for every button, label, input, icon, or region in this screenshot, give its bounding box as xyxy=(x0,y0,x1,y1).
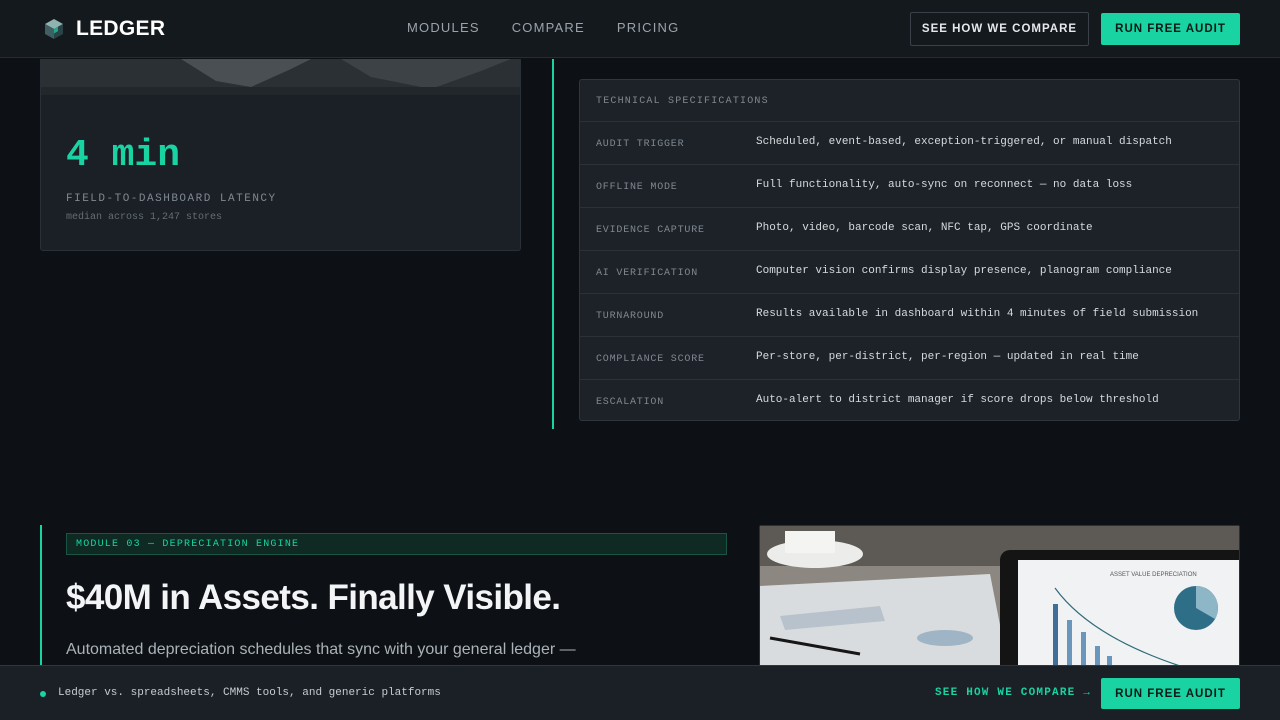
spec-row: OFFLINE MODE Full functionality, auto-sy… xyxy=(580,165,1239,208)
spec-value: Scheduled, event-based, exception-trigge… xyxy=(756,136,1172,148)
cube-logo-icon xyxy=(45,19,63,39)
specs-heading: TECHNICAL SPECIFICATIONS xyxy=(580,80,1239,122)
spec-value: Auto-alert to district manager if score … xyxy=(756,394,1159,406)
spec-row: ESCALATION Auto-alert to district manage… xyxy=(580,380,1239,420)
sticky-bottom-bar: Ledger vs. spreadsheets, CMMS tools, and… xyxy=(0,665,1280,720)
spec-value: Results available in dashboard within 4 … xyxy=(756,308,1199,320)
module-description: Automated depreciation schedules that sy… xyxy=(66,641,576,658)
module-accent-line xyxy=(40,525,42,675)
technical-specifications-table: TECHNICAL SPECIFICATIONS AUDIT TRIGGER S… xyxy=(579,79,1240,421)
accent-divider xyxy=(552,59,554,429)
top-nav: LEDGER MODULES COMPARE PRICING SEE HOW W… xyxy=(0,0,1280,58)
stat-label: FIELD-TO-DASHBOARD LATENCY xyxy=(66,193,277,205)
spec-key: AI VERIFICATION xyxy=(596,268,699,279)
spec-value: Full functionality, auto-sync on reconne… xyxy=(756,179,1133,191)
card-photo xyxy=(41,59,520,95)
see-how-we-compare-link[interactable]: SEE HOW WE COMPARE → xyxy=(935,687,1091,699)
spec-row: AUDIT TRIGGER Scheduled, event-based, ex… xyxy=(580,122,1239,165)
spec-key: TURNAROUND xyxy=(596,311,665,322)
spec-row: EVIDENCE CAPTURE Photo, video, barcode s… xyxy=(580,208,1239,251)
brand-name: LEDGER xyxy=(76,17,166,40)
nav-link-modules[interactable]: MODULES xyxy=(407,20,480,35)
tablet-chart-photo: ASSET VALUE DEPRECIATION xyxy=(760,526,1239,674)
photo-hands-image xyxy=(41,59,520,95)
spec-value: Per-store, per-district, per-region — up… xyxy=(756,351,1139,363)
run-free-audit-button[interactable]: RUN FREE AUDIT xyxy=(1101,13,1240,45)
bottom-bar-text: Ledger vs. spreadsheets, CMMS tools, and… xyxy=(58,687,441,699)
image-chart-title: ASSET VALUE DEPRECIATION xyxy=(1110,572,1197,578)
spec-row: TURNAROUND Results available in dashboar… xyxy=(580,294,1239,337)
brand[interactable]: LEDGER xyxy=(43,17,165,41)
spec-key: COMPLIANCE SCORE xyxy=(596,354,705,365)
spec-key: OFFLINE MODE xyxy=(596,182,678,193)
spec-key: ESCALATION xyxy=(596,397,665,408)
stat-sub: median across 1,247 stores xyxy=(66,212,223,223)
spec-key: AUDIT TRIGGER xyxy=(596,139,685,150)
spec-key: EVIDENCE CAPTURE xyxy=(596,225,705,236)
latency-stat-card: 4 min FIELD-TO-DASHBOARD LATENCY median … xyxy=(40,59,521,251)
spec-row: COMPLIANCE SCORE Per-store, per-district… xyxy=(580,337,1239,380)
nav-link-compare[interactable]: COMPARE xyxy=(512,20,585,35)
nav-links: MODULES COMPARE PRICING xyxy=(407,20,679,35)
depreciation-dashboard-image: ASSET VALUE DEPRECIATION xyxy=(759,525,1240,675)
run-free-audit-bottom-button[interactable]: RUN FREE AUDIT xyxy=(1101,678,1240,709)
spec-value: Photo, video, barcode scan, NFC tap, GPS… xyxy=(756,222,1093,234)
module-title: $40M in Assets. Finally Visible. xyxy=(66,578,561,617)
status-dot-icon xyxy=(40,691,46,697)
spec-row: AI VERIFICATION Computer vision confirms… xyxy=(580,251,1239,294)
stat-value: 4 min xyxy=(66,134,181,177)
see-how-we-compare-button[interactable]: SEE HOW WE COMPARE xyxy=(910,12,1089,46)
module-tag: MODULE 03 — DEPRECIATION ENGINE xyxy=(66,533,727,555)
nav-link-pricing[interactable]: PRICING xyxy=(617,20,680,35)
spec-value: Computer vision confirms display presenc… xyxy=(756,265,1172,277)
